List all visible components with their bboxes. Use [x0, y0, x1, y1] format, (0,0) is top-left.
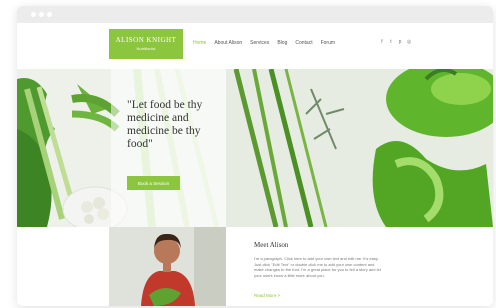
hero-section: "Let food be thy medicine and medicine b… — [17, 69, 493, 227]
nav-item-about[interactable]: About Alison — [214, 40, 242, 46]
alison-photo — [109, 227, 226, 306]
logo-subtitle: Nutritionist — [136, 46, 156, 51]
green-pepper-illustration — [226, 69, 493, 227]
site-logo[interactable]: ALISON KNIGHT Nutritionist — [109, 29, 183, 59]
window-dot — [39, 12, 44, 17]
instagram-icon[interactable]: ◎ — [406, 39, 412, 45]
twitter-icon[interactable]: t — [388, 39, 394, 45]
nav-item-forum[interactable]: Forum — [321, 40, 335, 46]
social-links: f t p ◎ — [379, 39, 412, 45]
book-session-button[interactable]: Book a Session — [127, 176, 180, 190]
website: ALISON KNIGHT Nutritionist Home About Al… — [17, 23, 493, 306]
logo-name: ALISON KNIGHT — [115, 36, 177, 44]
browser-titlebar — [17, 6, 493, 24]
pinterest-icon[interactable]: p — [397, 39, 403, 45]
nav-item-blog[interactable]: Blog — [277, 40, 287, 46]
nav-item-services[interactable]: Services — [250, 40, 269, 46]
portrait-illustration — [109, 227, 226, 306]
hero-image-vegetables — [226, 69, 493, 227]
about-title: Meet Alison — [254, 241, 289, 249]
facebook-icon[interactable]: f — [379, 39, 385, 45]
nav-item-contact[interactable]: Contact — [295, 40, 312, 46]
browser-window: ALISON KNIGHT Nutritionist Home About Al… — [17, 6, 493, 306]
hero-quote: "Let food be thy medicine and medicine b… — [127, 99, 203, 150]
read-more-link[interactable]: Read More > — [254, 293, 280, 298]
window-dot — [31, 12, 36, 17]
about-body: I'm a paragraph. Click here to add your … — [254, 256, 381, 278]
window-dot — [47, 12, 52, 17]
main-nav: Home About Alison Services Blog Contact … — [193, 40, 335, 46]
about-section: Meet Alison I'm a paragraph. Click here … — [226, 227, 401, 306]
nav-item-home[interactable]: Home — [193, 40, 206, 46]
